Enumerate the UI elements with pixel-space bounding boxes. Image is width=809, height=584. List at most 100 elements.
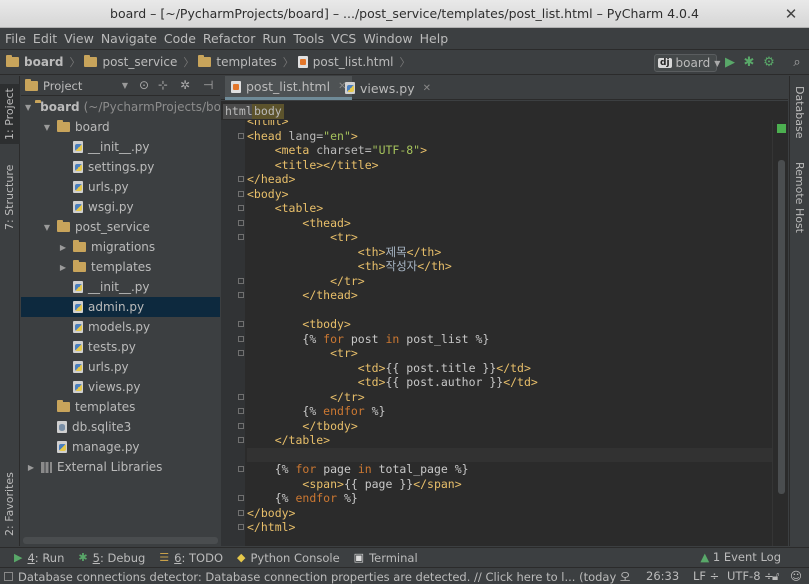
- code-line[interactable]: <meta charset="UTF-8">: [247, 143, 427, 158]
- menu-view[interactable]: View: [63, 31, 99, 46]
- menu-edit[interactable]: Edit: [32, 31, 62, 46]
- fold-marker-icon[interactable]: [238, 132, 244, 139]
- code-line[interactable]: <th>제목</th>: [247, 245, 442, 260]
- breadcrumb-html[interactable]: html: [223, 104, 255, 119]
- run-configuration-select[interactable]: dj board ▼: [654, 54, 720, 72]
- tool-event-log[interactable]: ▲ 1 Event Log: [700, 550, 781, 564]
- code-line[interactable]: <td>{{ post.title }}</td>: [247, 361, 531, 376]
- code-line[interactable]: [247, 447, 772, 462]
- caret-position[interactable]: 26:33: [646, 569, 679, 583]
- fold-marker-icon[interactable]: [238, 408, 244, 414]
- fold-marker-icon[interactable]: [238, 437, 244, 443]
- vertical-scrollbar[interactable]: [778, 160, 785, 494]
- tab-favorites[interactable]: 2: Favorites: [0, 472, 20, 540]
- lock-icon[interactable]: 🔓︎: [772, 569, 779, 584]
- tool-run[interactable]: ▶ 4: Run: [14, 551, 64, 565]
- code-line[interactable]: <title></title>: [247, 158, 379, 173]
- breadcrumb-post-list-html[interactable]: post_list.html 〉: [297, 54, 410, 70]
- horizontal-scrollbar[interactable]: [23, 537, 218, 544]
- menu-help[interactable]: Help: [419, 31, 454, 46]
- code-line[interactable]: </head>: [247, 172, 295, 187]
- fold-marker-icon[interactable]: [238, 509, 244, 516]
- tree-file[interactable]: db.sqlite3: [21, 417, 220, 437]
- code-line[interactable]: <head lang="en">: [247, 129, 358, 144]
- tree-folder[interactable]: ▶ External Libraries: [21, 457, 220, 477]
- menu-window[interactable]: Window: [362, 31, 417, 46]
- tab-project[interactable]: 1: Project: [0, 84, 20, 144]
- menu-run[interactable]: Run: [261, 31, 291, 46]
- code-line[interactable]: {% for post in post_list %}: [247, 332, 489, 347]
- code-line[interactable]: </tbody>: [247, 419, 357, 434]
- fold-marker-icon[interactable]: [238, 466, 244, 472]
- tree-folder[interactable]: ▶ migrations: [21, 237, 220, 257]
- tab-views-py[interactable]: views.py ✕: [339, 76, 437, 100]
- toggle-tool-windows-icon[interactable]: [4, 572, 13, 581]
- code-line[interactable]: </body>: [247, 506, 295, 521]
- fold-marker-icon[interactable]: [238, 321, 244, 327]
- tree-file[interactable]: urls.py: [21, 357, 220, 377]
- fold-marker-icon[interactable]: [238, 350, 244, 356]
- menu-vcs[interactable]: VCS: [330, 31, 361, 46]
- tree-file[interactable]: views.py: [21, 377, 220, 397]
- inspector-icon[interactable]: ☺: [790, 569, 802, 583]
- collapse-arrow-icon[interactable]: ▶: [57, 243, 69, 252]
- fold-marker-icon[interactable]: [238, 524, 244, 530]
- code-editor[interactable]: <html> <head lang="en"> <meta charset="UT…: [221, 120, 788, 546]
- project-view-select[interactable]: Project ▼: [25, 78, 128, 94]
- debug-icon[interactable]: ✱: [741, 55, 757, 71]
- menu-file[interactable]: File: [4, 31, 31, 46]
- tool-terminal[interactable]: ▣ Terminal: [354, 551, 418, 565]
- tree-file[interactable]: settings.py: [21, 157, 220, 177]
- close-icon[interactable]: ✕: [781, 4, 801, 24]
- tree-folder[interactable]: templates: [21, 397, 220, 417]
- fold-marker-icon[interactable]: [238, 205, 244, 211]
- tree-file[interactable]: __init__.py: [21, 137, 220, 157]
- fold-marker-icon[interactable]: [238, 422, 244, 429]
- collapse-arrow-icon[interactable]: ▶: [25, 463, 37, 472]
- sync-icon[interactable]: ⊙: [139, 78, 149, 92]
- tool-todo[interactable]: ☰ 6: TODO: [159, 551, 223, 565]
- expand-arrow-icon[interactable]: ▼: [25, 103, 31, 112]
- fold-marker-icon[interactable]: [238, 219, 244, 226]
- code-line[interactable]: {% for page in total_page %}: [247, 462, 469, 477]
- tree-folder[interactable]: ▶ templates: [21, 257, 220, 277]
- code-line[interactable]: <tbody>: [247, 317, 350, 332]
- expand-arrow-icon[interactable]: ▼: [41, 223, 53, 232]
- code-line[interactable]: <span>{{ page }}</span>: [247, 477, 461, 492]
- tree-file[interactable]: models.py: [21, 317, 220, 337]
- tab-structure[interactable]: 7: Structure: [0, 165, 20, 234]
- code-line[interactable]: <th>작성자</th>: [247, 259, 452, 274]
- tool-debug[interactable]: ✱ 5: Debug: [78, 551, 145, 565]
- tree-file[interactable]: __init__.py: [21, 277, 220, 297]
- run-icon[interactable]: ▶: [722, 55, 738, 71]
- code-line[interactable]: <td>{{ post.author }}</td>: [247, 375, 538, 390]
- code-line[interactable]: <tr>: [247, 230, 358, 245]
- tree-folder[interactable]: ▼ post_service: [21, 217, 220, 237]
- tool-python-console[interactable]: ◆ Python Console: [237, 551, 340, 565]
- fold-marker-icon[interactable]: [238, 176, 244, 182]
- line-separator[interactable]: LF ÷: [693, 569, 719, 583]
- tree-file[interactable]: urls.py: [21, 177, 220, 197]
- menu-refactor[interactable]: Refactor: [202, 31, 260, 46]
- file-encoding[interactable]: UTF-8 ÷: [727, 569, 774, 583]
- tree-file[interactable]: admin.py: [21, 297, 220, 317]
- coverage-icon[interactable]: ⚙: [761, 55, 777, 71]
- code-line[interactable]: {% endfor %}: [247, 404, 385, 419]
- code-line[interactable]: </table>: [247, 433, 330, 448]
- tree-file[interactable]: manage.py: [21, 437, 220, 457]
- close-tab-icon[interactable]: ✕: [423, 83, 431, 94]
- fold-marker-icon[interactable]: [238, 393, 244, 400]
- code-line[interactable]: <body>: [247, 187, 289, 202]
- breadcrumb-board[interactable]: board 〉: [6, 54, 80, 70]
- code-line[interactable]: <tr>: [247, 346, 358, 361]
- code-line[interactable]: </html>: [247, 520, 295, 535]
- menu-navigate[interactable]: Navigate: [100, 31, 162, 46]
- code-line[interactable]: <html>: [247, 120, 289, 129]
- tree-folder[interactable]: ▼ board (~/PycharmProjects/boar: [21, 97, 220, 117]
- code-line[interactable]: </tr>: [247, 390, 365, 405]
- expand-arrow-icon[interactable]: ▼: [41, 123, 53, 132]
- search-icon[interactable]: ⌕: [789, 55, 805, 71]
- fold-marker-icon[interactable]: [238, 335, 244, 342]
- tree-file[interactable]: tests.py: [21, 337, 220, 357]
- code-line[interactable]: </thead>: [247, 288, 357, 303]
